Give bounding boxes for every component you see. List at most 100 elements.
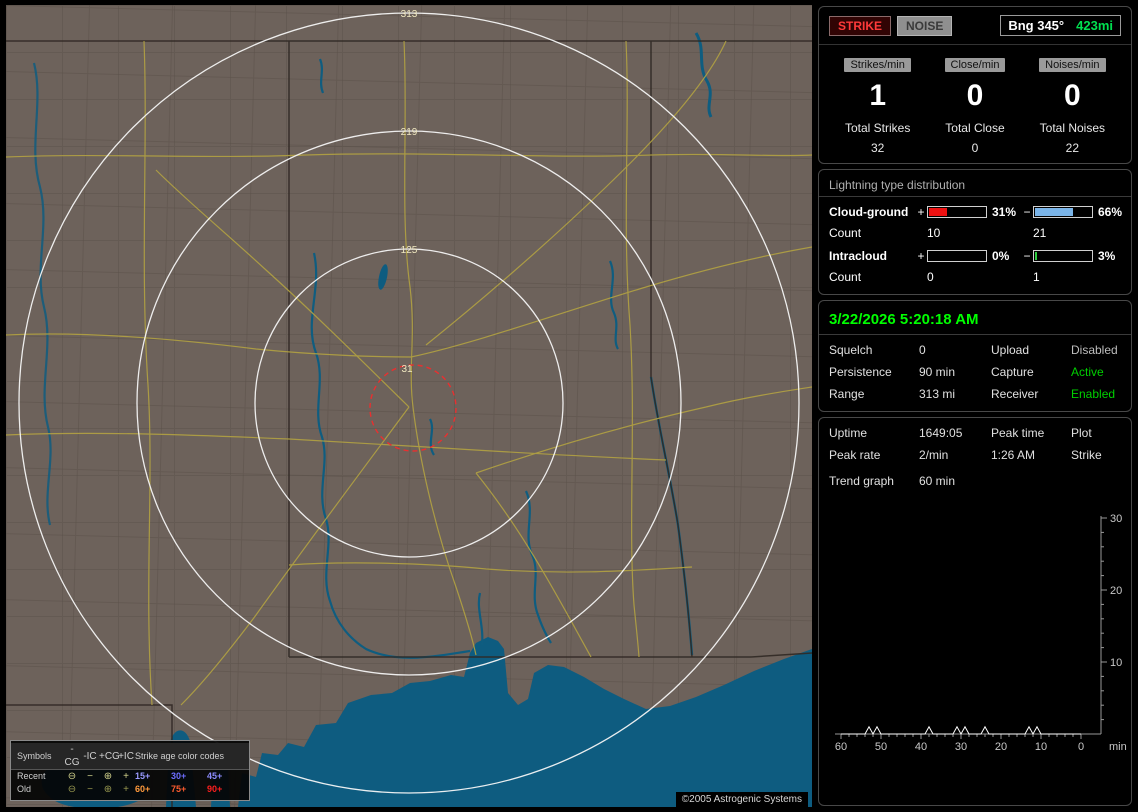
side-panel: STRIKE NOISE Bng 345° 423mi Strikes/min … [818, 6, 1132, 806]
bearing-display: Bng 345° 423mi [1000, 15, 1121, 36]
stats-row: Uptime 1649:05 Peak time Plot [829, 426, 1127, 440]
svg-text:60: 60 [835, 741, 847, 753]
pos-cg-old-icon: ⊕ [103, 784, 113, 795]
strikes-per-min-badge[interactable]: Strikes/min [844, 58, 911, 72]
trend-graph-window: 60 min [919, 474, 956, 488]
ic-positive-bar [927, 250, 987, 262]
datetime-display: 3/22/2026 5:20:18 AM [819, 309, 1131, 335]
trend-graph: 10 20 30 60 50 40 30 20 10 0 min [835, 513, 1127, 753]
trend-graph-row: Trend graph 60 min [829, 474, 1127, 488]
legend-age-title: Strike age color codes [135, 750, 225, 761]
lightning-map[interactable]: 313 219 125 31 Symbols -CG -IC +CG +IC S… [6, 5, 812, 807]
ic-positive-count: 0 [927, 270, 934, 284]
noises-per-min-column: Noises/min 0 Total Noises 22 [1024, 55, 1121, 155]
svg-text:50: 50 [875, 741, 887, 753]
trend-graph-label: Trend graph [829, 474, 894, 488]
close-per-min-value: 0 [966, 79, 984, 112]
capture-status: Active [1071, 365, 1104, 379]
ic-negative-count: 1 [1033, 270, 1040, 284]
close-per-min-badge[interactable]: Close/min [944, 58, 1006, 72]
ring-label-125: 125 [401, 245, 418, 256]
ic-negative-bar [1033, 250, 1093, 262]
svg-text:10: 10 [1110, 657, 1122, 669]
neg-cg-recent-icon: ⊖ [67, 771, 77, 782]
svg-text:30: 30 [1110, 513, 1122, 525]
distribution-title: Lightning type distribution [819, 178, 1131, 197]
age-code-30: 30+ [171, 771, 187, 781]
peak-rate-label: Peak rate [829, 448, 881, 462]
uptime-label: Uptime [829, 426, 868, 440]
ic-positive-pct: 0% [992, 249, 1010, 263]
range-value: 313 mi [919, 387, 956, 401]
svg-text:20: 20 [995, 741, 1007, 753]
plus-sign: + [917, 205, 925, 219]
peak-time-value: 1:26 AM [991, 448, 1036, 462]
neg-ic-old-icon: − [87, 784, 93, 795]
cg-positive-bar-fill [929, 208, 947, 216]
cloud-ground-label: Cloud-ground [829, 205, 909, 219]
total-close-value: 0 [971, 141, 979, 155]
capture-label: Capture [991, 365, 1034, 379]
map-legend: Symbols -CG -IC +CG +IC Strike age color… [10, 740, 250, 801]
legend-col-neg-cg: -CG [64, 744, 80, 768]
intracloud-label: Intracloud [829, 249, 888, 263]
peak-time-label: Peak time [991, 426, 1045, 440]
plot-value: Strike [1071, 448, 1102, 462]
status-row: Squelch 0 Upload Disabled [829, 343, 1121, 357]
mode-button-row: STRIKE NOISE Bng 345° 423mi [819, 15, 1131, 45]
legend-col-pos-cg: +CG [99, 750, 120, 762]
noises-per-min-value: 0 [1063, 79, 1081, 112]
distribution-panel: Lightning type distribution Cloud-ground… [818, 169, 1132, 295]
strike-button[interactable]: STRIKE [829, 15, 892, 36]
ic-negative-bar-fill [1035, 252, 1037, 260]
pos-cg-recent-icon: ⊕ [103, 771, 113, 782]
trend-panel: Uptime 1649:05 Peak time Plot Peak rate … [818, 417, 1132, 806]
legend-row-recent: Recent ⊖ − ⊕ + 15+ 30+ 45+ [17, 770, 243, 783]
plot-label: Plot [1071, 426, 1092, 440]
ring-label-313: 313 [401, 9, 418, 20]
receiver-label: Receiver [991, 387, 1039, 401]
pos-ic-recent-icon: + [123, 771, 129, 782]
bearing-label: Bng 345° [1008, 18, 1065, 33]
noises-per-min-badge[interactable]: Noises/min [1039, 58, 1106, 72]
stats-row: Peak rate 2/min 1:26 AM Strike [829, 448, 1127, 462]
ic-count-label: Count [829, 270, 862, 284]
strikes-per-min-column: Strikes/min 1 Total Strikes 32 [829, 55, 926, 155]
svg-text:10: 10 [1035, 741, 1047, 753]
strikes-per-min-value: 1 [869, 79, 886, 112]
intracloud-count-row: Count 0 1 [829, 270, 1121, 284]
status-row: Persistence 90 min Capture Active [829, 365, 1121, 379]
cloud-ground-row: Cloud-ground + 31% − 66% [829, 205, 1122, 219]
cg-positive-pct: 31% [992, 205, 1017, 219]
receiver-status: Enabled [1071, 387, 1116, 401]
legend-col-neg-ic: -IC [83, 750, 97, 762]
noise-button[interactable]: NOISE [897, 15, 953, 36]
neg-cg-old-icon: ⊖ [67, 784, 77, 795]
cg-negative-bar [1033, 206, 1093, 218]
ic-negative-pct: 3% [1098, 249, 1116, 263]
legend-old-label: Old [17, 784, 32, 794]
svg-text:20: 20 [1110, 585, 1122, 597]
bearing-distance: 423mi [1076, 18, 1113, 33]
peak-rate-value: 2/min [919, 448, 949, 462]
minus-sign: − [1023, 205, 1031, 219]
legend-col-pos-ic: +IC [118, 750, 134, 762]
upload-label: Upload [991, 343, 1030, 357]
ring-label-219: 219 [401, 127, 418, 138]
uptime-value: 1649:05 [919, 426, 963, 440]
total-strikes-label: Total Strikes [844, 121, 911, 135]
cg-positive-bar [927, 206, 987, 218]
svg-text:30: 30 [955, 741, 967, 753]
status-row: Range 313 mi Receiver Enabled [829, 387, 1121, 401]
age-code-75: 75+ [171, 784, 187, 794]
cg-negative-bar-fill [1035, 208, 1074, 216]
age-code-15: 15+ [135, 771, 151, 781]
plus-sign: + [917, 249, 925, 263]
legend-row-old: Old ⊖ − ⊕ + 60+ 75+ 90+ [17, 783, 243, 796]
total-close-label: Total Close [945, 121, 1005, 135]
legend-recent-label: Recent [17, 771, 46, 781]
pos-ic-old-icon: + [123, 784, 129, 795]
total-strikes-value: 32 [870, 141, 885, 155]
cg-positive-count: 10 [927, 226, 941, 240]
copyright-text: ©2005 Astrogenic Systems [675, 792, 808, 807]
